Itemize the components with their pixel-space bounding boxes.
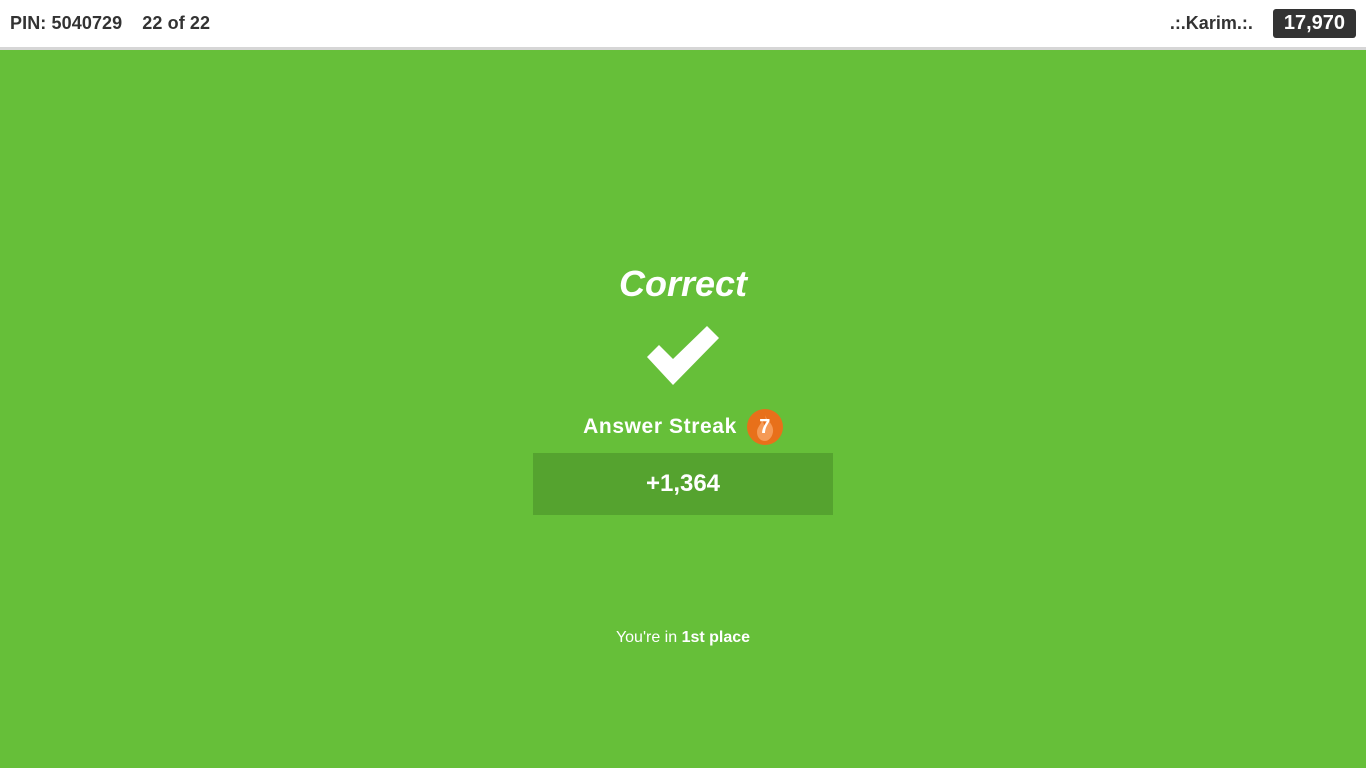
top-status-bar: PIN: 5040729 22 of 22 .:.Karim.:. 17,970 [0, 0, 1366, 50]
placement-prefix: You're in [615, 629, 682, 646]
total-score-badge: 17,970 [1272, 9, 1356, 38]
question-progress: 22 of 22 [142, 13, 211, 33]
game-pin: PIN: 5040729 [10, 13, 123, 33]
points-gained: +1,364 [533, 453, 833, 515]
streak-count: 7 [759, 415, 771, 438]
answer-streak: Answer Streak 7 [0, 409, 1366, 445]
result-title: Correct [618, 263, 748, 304]
streak-badge: 7 [746, 409, 783, 445]
player-info: .:.Karim.:. 17,970 [1170, 9, 1356, 38]
placement-value: 1st place [681, 629, 751, 646]
player-nickname: .:.Karim.:. [1169, 13, 1253, 33]
checkmark-icon [647, 326, 719, 385]
placement-text: You're in 1st place [0, 629, 1366, 647]
game-info: PIN: 5040729 22 of 22 [10, 13, 210, 34]
streak-label: Answer Streak [583, 415, 737, 438]
answer-result-panel: Correct Answer Streak 7 +1,364 You're in… [0, 53, 1366, 768]
